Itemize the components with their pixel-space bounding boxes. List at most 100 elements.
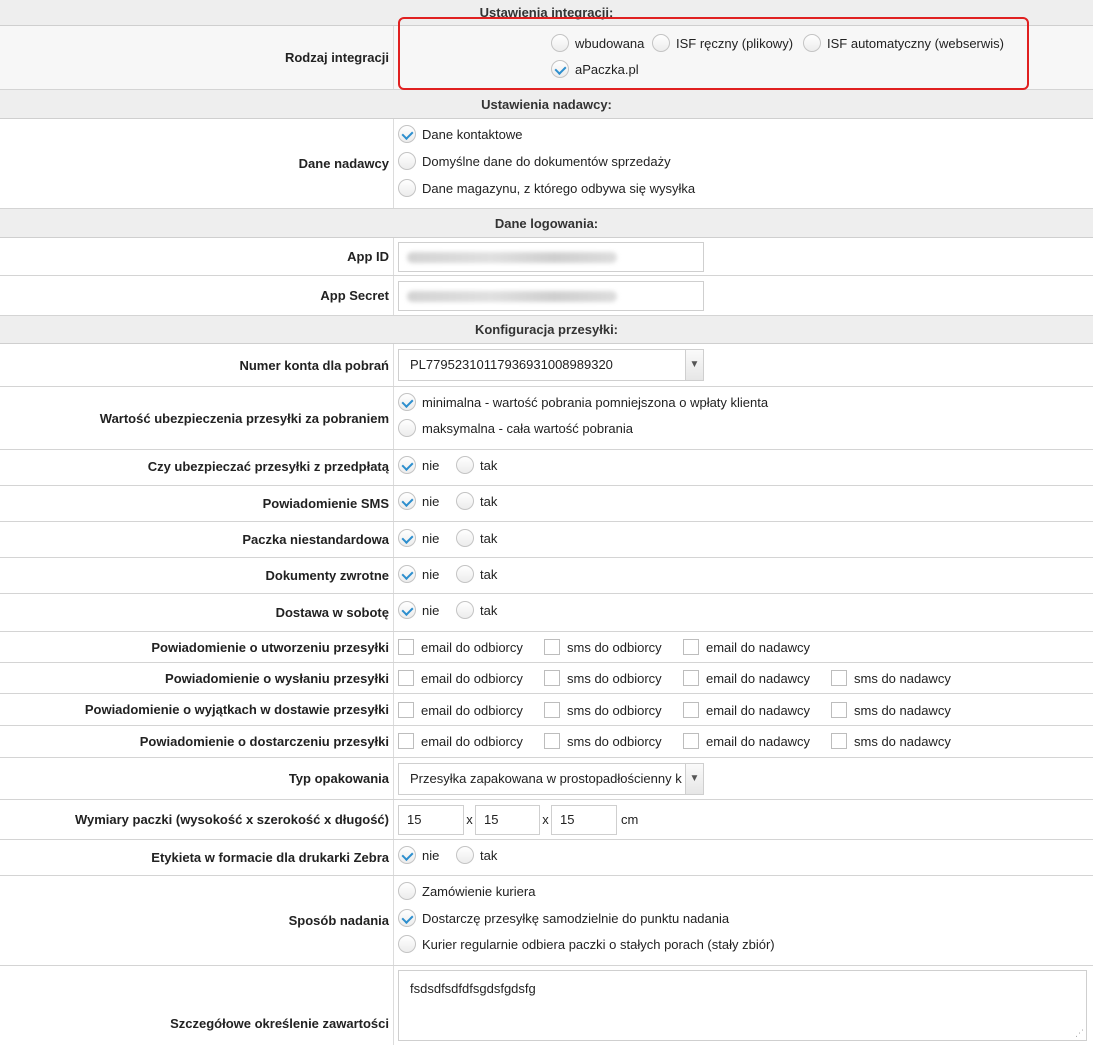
sms-notification-row: Powiadomienie SMS nie tak [0, 486, 1093, 522]
checkbox-icon[interactable] [544, 639, 560, 655]
sender-data-row: Dane nadawcy Dane kontaktowe Domyślne da… [0, 119, 1093, 209]
checkbox-exceptions-sms-recipient[interactable]: sms do odbiorcy [544, 702, 662, 718]
checkbox-icon[interactable] [831, 670, 847, 686]
radio-sender-contact[interactable]: Dane kontaktowe [398, 125, 522, 143]
checkbox-icon[interactable] [683, 670, 699, 686]
checkbox-exceptions-sms-sender[interactable]: sms do nadawcy [831, 702, 951, 718]
dimensions-row: Wymiary paczki (wysokość x szerokość x d… [0, 800, 1093, 840]
checkbox-sent-sms-sender[interactable]: sms do nadawcy [831, 670, 951, 686]
radio-zebra-no[interactable]: nie [398, 846, 439, 864]
radio-checked-icon[interactable] [398, 393, 416, 411]
height-input[interactable]: 15 [398, 805, 464, 835]
notif-exceptions-label: Powiadomienie o wyjątkach w dostawie prz… [84, 702, 389, 717]
account-select[interactable]: PL77952310117936931008989320 ▼ [398, 349, 704, 381]
width-input[interactable]: 15 [475, 805, 540, 835]
zebra-label: Etykieta w formacie dla drukarki Zebra [151, 850, 389, 865]
radio-icon[interactable] [456, 529, 474, 547]
radio-insurance-max[interactable]: maksymalna - cała wartość pobrania [398, 419, 633, 437]
radio-icon[interactable] [803, 34, 821, 52]
radio-icon[interactable] [398, 935, 416, 953]
radio-checked-icon[interactable] [398, 529, 416, 547]
checkbox-icon[interactable] [544, 702, 560, 718]
radio-dispatch-courier-order[interactable]: Zamówienie kuriera [398, 882, 535, 900]
radio-sender-warehouse[interactable]: Dane magazynu, z którego odbywa się wysy… [398, 179, 695, 197]
radio-return-docs-no[interactable]: nie [398, 565, 439, 583]
radio-dispatch-self-deliver[interactable]: Dostarczę przesyłkę samodzielnie do punk… [398, 909, 729, 927]
checkbox-delivered-email-sender[interactable]: email do nadawcy [683, 733, 810, 749]
radio-integration-isf-auto[interactable]: ISF automatyczny (webserwis) [803, 34, 1004, 52]
checkbox-delivered-sms-recipient[interactable]: sms do odbiorcy [544, 733, 662, 749]
app-secret-input[interactable] [398, 281, 704, 311]
length-input[interactable]: 15 [551, 805, 617, 835]
radio-icon[interactable] [652, 34, 670, 52]
radio-sms-no[interactable]: nie [398, 492, 439, 510]
radio-icon[interactable] [456, 456, 474, 474]
radio-integration-apaczka[interactable]: aPaczka.pl [551, 60, 639, 78]
checkbox-icon[interactable] [398, 670, 414, 686]
checkbox-icon[interactable] [683, 733, 699, 749]
radio-icon[interactable] [456, 565, 474, 583]
checkbox-icon[interactable] [831, 733, 847, 749]
radio-icon[interactable] [456, 846, 474, 864]
checkbox-sent-email-recipient[interactable]: email do odbiorcy [398, 670, 523, 686]
checkbox-delivered-sms-sender[interactable]: sms do nadawcy [831, 733, 951, 749]
chevron-down-icon[interactable]: ▼ [685, 764, 703, 794]
radio-checked-icon[interactable] [398, 125, 416, 143]
checkbox-icon[interactable] [544, 733, 560, 749]
checkbox-sent-email-sender[interactable]: email do nadawcy [683, 670, 810, 686]
checkbox-icon[interactable] [398, 639, 414, 655]
radio-prepaid-yes[interactable]: tak [456, 456, 497, 474]
radio-checked-icon[interactable] [398, 492, 416, 510]
radio-saturday-yes[interactable]: tak [456, 601, 497, 619]
checkbox-created-email-recipient[interactable]: email do odbiorcy [398, 639, 523, 655]
radio-checked-icon[interactable] [398, 846, 416, 864]
package-type-select[interactable]: Przesyłka zapakowana w prostopadłościenn… [398, 763, 704, 795]
radio-integration-isf-manual[interactable]: ISF ręczny (plikowy) [652, 34, 793, 52]
radio-insurance-min[interactable]: minimalna - wartość pobrania pomniejszon… [398, 393, 768, 411]
section-header-sender: Ustawienia nadawcy: [0, 90, 1093, 119]
checkbox-created-email-sender[interactable]: email do nadawcy [683, 639, 810, 655]
radio-icon[interactable] [456, 601, 474, 619]
checkbox-icon[interactable] [398, 702, 414, 718]
radio-sms-yes[interactable]: tak [456, 492, 497, 510]
checkbox-icon[interactable] [398, 733, 414, 749]
radio-return-docs-yes[interactable]: tak [456, 565, 497, 583]
chevron-down-icon[interactable]: ▼ [685, 350, 703, 380]
sms-notification-label: Powiadomienie SMS [262, 496, 389, 511]
radio-icon[interactable] [398, 419, 416, 437]
checkbox-created-sms-recipient[interactable]: sms do odbiorcy [544, 639, 662, 655]
radio-checked-icon[interactable] [398, 601, 416, 619]
radio-icon[interactable] [398, 179, 416, 197]
radio-icon[interactable] [398, 882, 416, 900]
radio-checked-icon[interactable] [398, 456, 416, 474]
radio-nonstandard-no[interactable]: nie [398, 529, 439, 547]
radio-icon[interactable] [398, 152, 416, 170]
checkbox-icon[interactable] [683, 702, 699, 718]
radio-nonstandard-yes[interactable]: tak [456, 529, 497, 547]
radio-icon[interactable] [551, 34, 569, 52]
radio-sender-sales-docs[interactable]: Domyślne dane do dokumentów sprzedaży [398, 152, 671, 170]
section-title: Ustawienia integracji: [479, 5, 614, 20]
radio-dispatch-regular-pickup[interactable]: Kurier regularnie odbiera paczki o stały… [398, 935, 775, 953]
radio-icon[interactable] [456, 492, 474, 510]
radio-checked-icon[interactable] [398, 565, 416, 583]
app-id-input[interactable] [398, 242, 704, 272]
checkbox-icon[interactable] [544, 670, 560, 686]
nonstandard-row: Paczka niestandardowa nie tak [0, 522, 1093, 558]
checkbox-exceptions-email-recipient[interactable]: email do odbiorcy [398, 702, 523, 718]
radio-integration-wbudowana[interactable]: wbudowana [551, 34, 644, 52]
radio-zebra-yes[interactable]: tak [456, 846, 497, 864]
radio-prepaid-no[interactable]: nie [398, 456, 439, 474]
radio-checked-icon[interactable] [398, 909, 416, 927]
radio-checked-icon[interactable] [551, 60, 569, 78]
checkbox-icon[interactable] [683, 639, 699, 655]
resize-handle-icon[interactable]: ⋰ [1075, 1028, 1084, 1039]
radio-saturday-no[interactable]: nie [398, 601, 439, 619]
checkbox-exceptions-email-sender[interactable]: email do nadawcy [683, 702, 810, 718]
saturday-row: Dostawa w sobotę nie tak [0, 594, 1093, 632]
checkbox-delivered-email-recipient[interactable]: email do odbiorcy [398, 733, 523, 749]
checkbox-sent-sms-recipient[interactable]: sms do odbiorcy [544, 670, 662, 686]
checkbox-icon[interactable] [831, 702, 847, 718]
insurance-label: Wartość ubezpieczenia przesyłki za pobra… [99, 411, 389, 426]
contents-textarea[interactable]: fsdsdfsdfdfsgdsfgdsfg ⋰ [398, 970, 1087, 1041]
